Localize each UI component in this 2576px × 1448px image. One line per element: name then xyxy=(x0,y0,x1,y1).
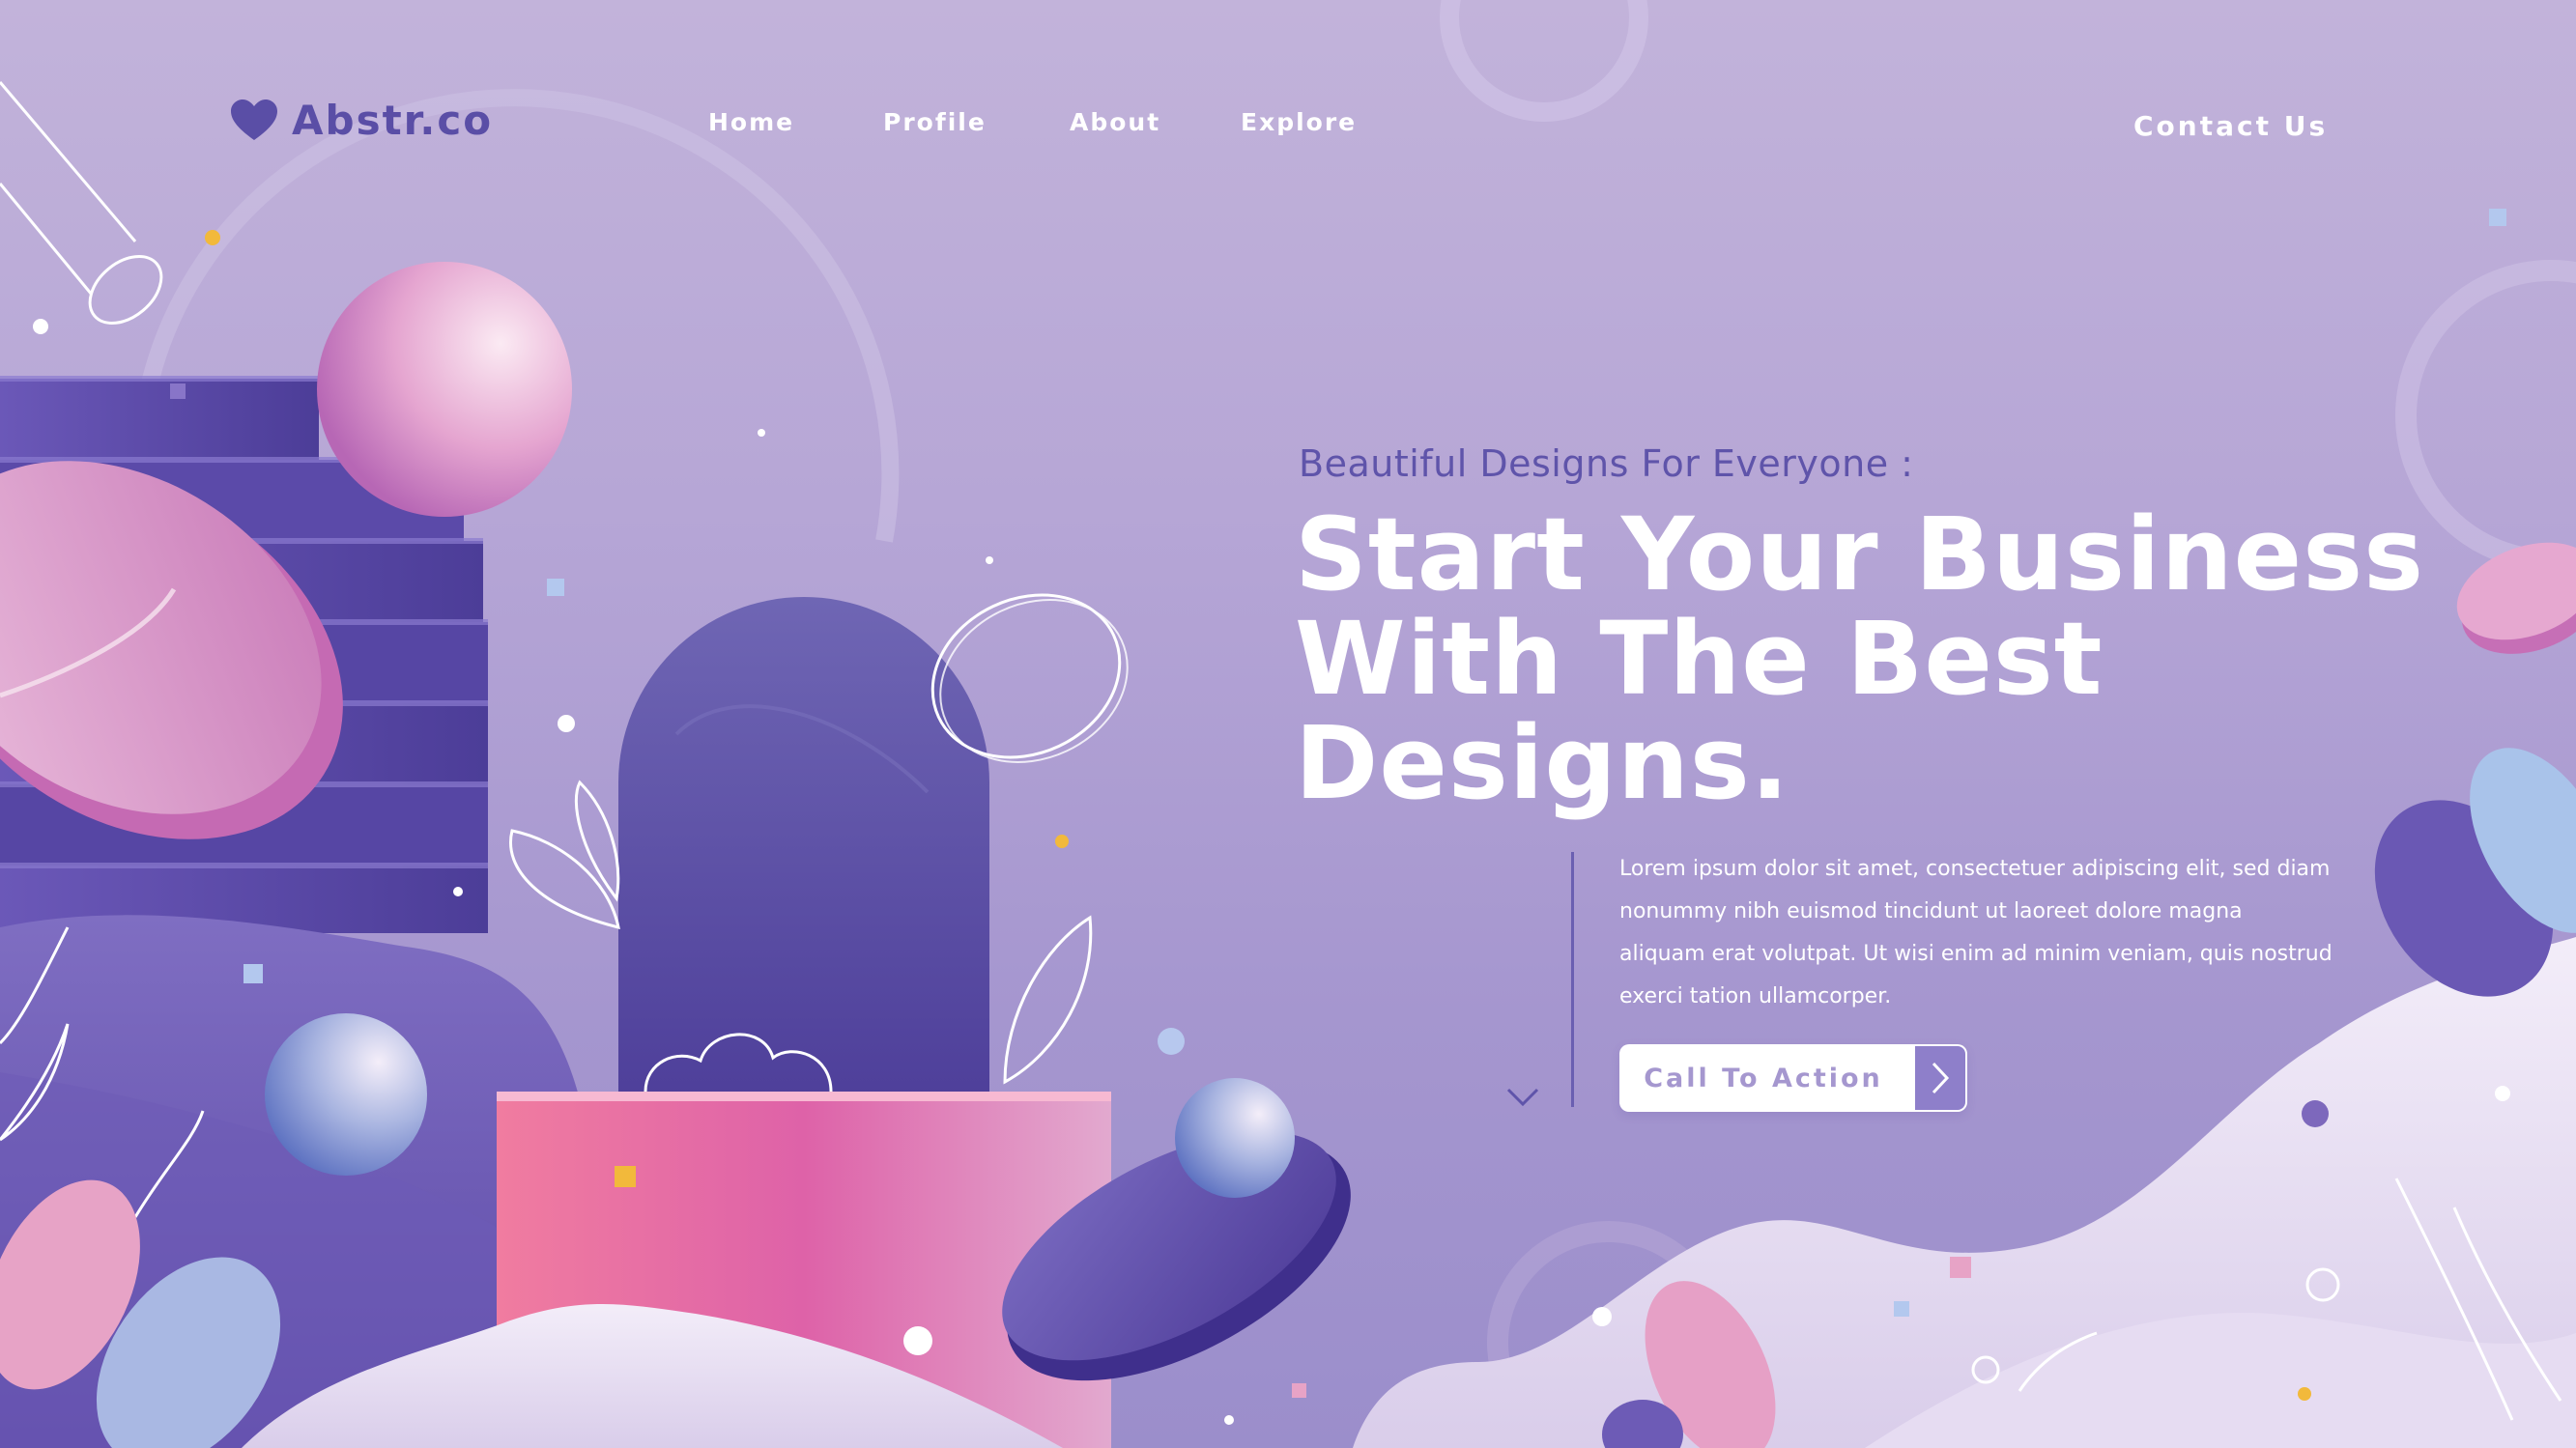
headline-line-2: With The Best xyxy=(1295,600,2104,718)
nav-about[interactable]: About xyxy=(1070,108,1160,136)
hero-subtitle: Beautiful Designs For Everyone : xyxy=(1299,442,1914,485)
chevron-right-icon xyxy=(1915,1046,1965,1110)
call-to-action-button[interactable]: Call To Action xyxy=(1619,1044,1967,1112)
chevron-down-icon[interactable] xyxy=(1505,1086,1540,1109)
headline-line-3: Designs. xyxy=(1295,704,1790,822)
nav-home[interactable]: Home xyxy=(708,108,794,136)
cta-label: Call To Action xyxy=(1644,1063,1883,1093)
hero-headline: Start Your Business With The Best Design… xyxy=(1295,496,2424,822)
contact-us-link[interactable]: Contact Us xyxy=(2133,110,2328,142)
brand-name: Abstr.co xyxy=(292,97,494,144)
nav-explore[interactable]: Explore xyxy=(1241,108,1357,136)
headline-line-1: Start Your Business xyxy=(1295,496,2424,613)
brand-logo[interactable]: Abstr.co xyxy=(230,97,493,144)
heart-icon xyxy=(231,99,277,140)
nav-profile[interactable]: Profile xyxy=(883,108,987,136)
hero-paragraph: Lorem ipsum dolor sit amet, consectetuer… xyxy=(1619,857,2333,1008)
divider-line xyxy=(1571,852,1574,1107)
